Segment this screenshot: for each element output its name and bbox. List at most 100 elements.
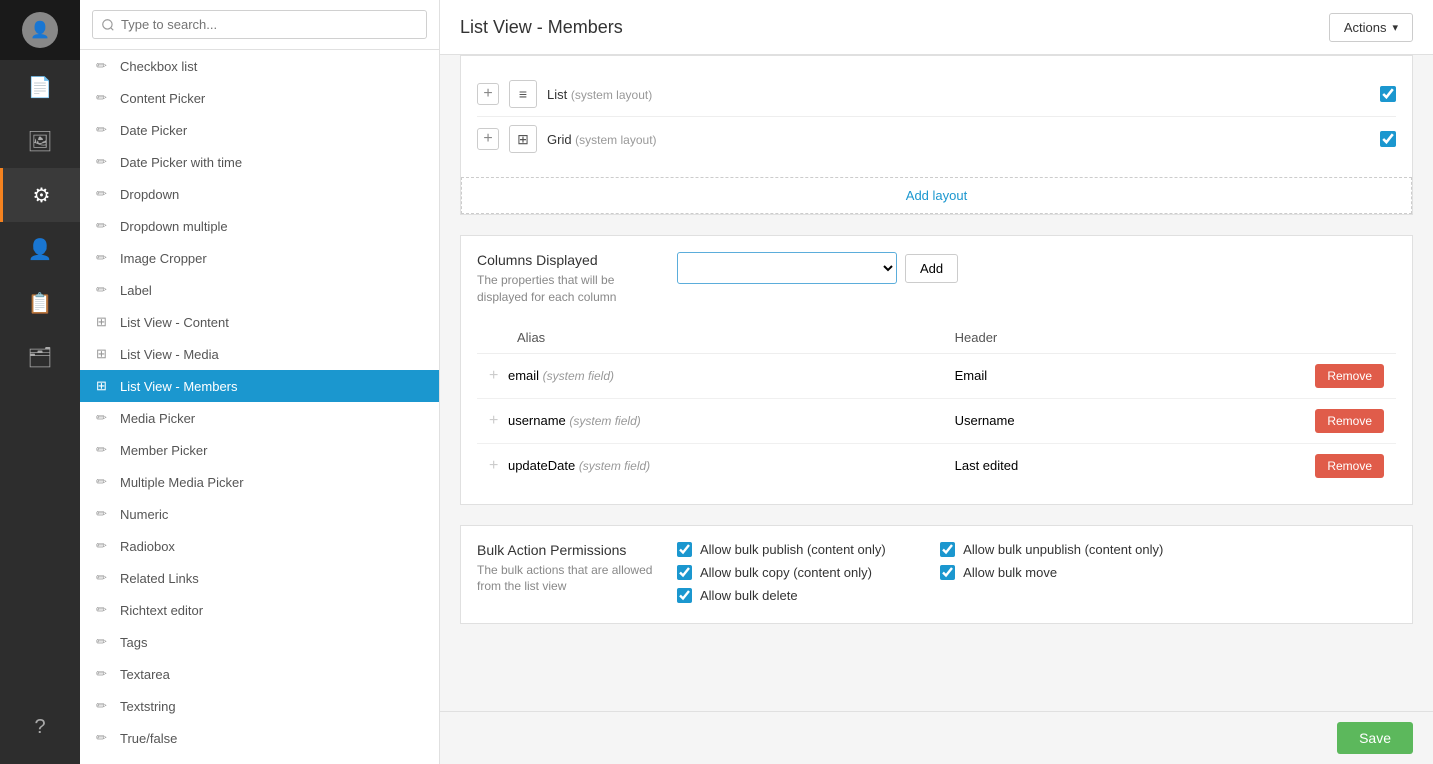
grid-icon: ⊞ <box>96 378 112 394</box>
add-list-layout-btn[interactable]: + <box>477 83 499 105</box>
bulk-inner: Bulk Action Permissions The bulk actions… <box>461 526 1412 623</box>
sidebar-item-label: List View - Content <box>120 315 229 330</box>
bulk-option-publish[interactable]: Allow bulk publish (content only) <box>677 542 900 557</box>
sidebar-item-list-view-media[interactable]: ⊞ List View - Media <box>80 338 439 370</box>
remove-cell-updatedate: Remove <box>1163 443 1396 488</box>
layout-name-grid: Grid (system layout) <box>547 132 1370 147</box>
list-layout-checkbox[interactable] <box>1380 86 1396 102</box>
system-layout-label: (system layout) <box>575 133 656 147</box>
pen-icon: ✏ <box>96 154 112 170</box>
add-grid-layout-btn[interactable]: + <box>477 128 499 150</box>
pen-icon: ✏ <box>96 186 112 202</box>
search-input[interactable] <box>92 10 427 39</box>
avatar: 👤 <box>22 12 58 48</box>
add-column-button[interactable]: Add <box>905 254 958 283</box>
sidebar-item-textstring[interactable]: ✏ Textstring <box>80 690 439 722</box>
sidebar-item-list-view-content[interactable]: ⊞ List View - Content <box>80 306 439 338</box>
nav-icon-members[interactable]: 👤 <box>0 222 80 276</box>
sidebar-item-label: Checkbox list <box>120 59 197 74</box>
sidebar-item-label: Date Picker with time <box>120 155 242 170</box>
alias-header: Alias <box>477 322 943 354</box>
bulk-publish-checkbox[interactable] <box>677 542 692 557</box>
table-header: Alias Header <box>477 322 1396 354</box>
columns-description: The properties that will be displayed fo… <box>477 272 657 306</box>
drag-handle-icon[interactable]: + <box>489 457 498 474</box>
save-button[interactable]: Save <box>1337 722 1413 754</box>
sidebar-item-date-picker-time[interactable]: ✏ Date Picker with time <box>80 146 439 178</box>
nav-icon-help[interactable]: ? <box>0 700 80 754</box>
pen-icon: ✏ <box>96 58 112 74</box>
bulk-label: Bulk Action Permissions <box>477 542 657 558</box>
bulk-copy-label: Allow bulk copy (content only) <box>700 565 872 580</box>
sidebar-item-richtext-editor[interactable]: ✏ Richtext editor <box>80 594 439 626</box>
sidebar-item-list-view-members[interactable]: ⊞ List View - Members <box>80 370 439 402</box>
sidebar-item-date-picker[interactable]: ✏ Date Picker <box>80 114 439 146</box>
bulk-move-checkbox[interactable] <box>940 565 955 580</box>
sidebar-item-radiobox[interactable]: ✏ Radiobox <box>80 530 439 562</box>
alias-name: username <box>508 413 569 428</box>
alias-name: updateDate <box>508 458 579 473</box>
sidebar-item-numeric[interactable]: ✏ Numeric <box>80 498 439 530</box>
bulk-publish-label: Allow bulk publish (content only) <box>700 542 886 557</box>
bulk-option-copy[interactable]: Allow bulk copy (content only) <box>677 565 900 580</box>
bulk-delete-checkbox[interactable] <box>677 588 692 603</box>
sidebar-item-media-picker[interactable]: ✏ Media Picker <box>80 402 439 434</box>
table-row: + username (system field) Username Remov… <box>477 398 1396 443</box>
columns-select[interactable] <box>677 252 897 284</box>
sidebar-item-checkbox-list[interactable]: ✏ Checkbox list <box>80 50 439 82</box>
bulk-delete-label: Allow bulk delete <box>700 588 798 603</box>
nav-icon-list[interactable]: 🗂 <box>0 330 80 384</box>
bulk-description: The bulk actions that are allowed from t… <box>477 562 657 596</box>
sidebar-item-label[interactable]: ✏ Label <box>80 274 439 306</box>
sidebar-item-label: Textarea <box>120 667 170 682</box>
table-row: + updateDate (system field) Last edited … <box>477 443 1396 488</box>
pen-icon: ✏ <box>96 666 112 682</box>
pen-icon: ✏ <box>96 442 112 458</box>
bulk-option-unpublish[interactable]: Allow bulk unpublish (content only) <box>940 542 1163 557</box>
remove-email-button[interactable]: Remove <box>1315 364 1384 388</box>
bulk-layout: Bulk Action Permissions The bulk actions… <box>477 542 1396 603</box>
sidebar-item-label: Member Picker <box>120 443 207 458</box>
sidebar-item-dropdown-multiple[interactable]: ✏ Dropdown multiple <box>80 210 439 242</box>
sidebar-item-content-picker[interactable]: ✏ Content Picker <box>80 82 439 114</box>
main-panel: List View - Members Actions + ≡ List (sy… <box>440 0 1433 764</box>
sidebar-item-label: Tags <box>120 635 147 650</box>
sidebar-item-label: Label <box>120 283 152 298</box>
grid-layout-checkbox[interactable] <box>1380 131 1396 147</box>
nav-icon-settings[interactable]: ⚙ <box>0 168 80 222</box>
bulk-unpublish-checkbox[interactable] <box>940 542 955 557</box>
sidebar-item-multiple-media-picker[interactable]: ✏ Multiple Media Picker <box>80 466 439 498</box>
bulk-move-label: Allow bulk move <box>963 565 1057 580</box>
sidebar-item-label: Textstring <box>120 699 176 714</box>
nav-icon-content[interactable]: 📄 <box>0 60 80 114</box>
remove-username-button[interactable]: Remove <box>1315 409 1384 433</box>
sidebar-item-label: Content Picker <box>120 91 205 106</box>
system-field-label: (system field) <box>543 369 614 383</box>
sidebar-item-member-picker[interactable]: ✏ Member Picker <box>80 434 439 466</box>
nav-icon-contacts[interactable]: 📋 <box>0 276 80 330</box>
add-layout-button[interactable]: Add layout <box>461 177 1412 214</box>
sidebar-item-dropdown[interactable]: ✏ Dropdown <box>80 178 439 210</box>
drag-handle-icon[interactable]: + <box>489 412 498 429</box>
sidebar-item-true-false[interactable]: ✏ True/false <box>80 722 439 754</box>
sidebar-item-textarea[interactable]: ✏ Textarea <box>80 658 439 690</box>
pen-icon: ✏ <box>96 698 112 714</box>
nav-icon-media[interactable]: 🖼 <box>0 114 80 168</box>
drag-handle-icon[interactable]: + <box>489 367 498 384</box>
save-bar: Save <box>440 711 1433 764</box>
actions-button[interactable]: Actions <box>1329 13 1413 42</box>
sidebar-item-tags[interactable]: ✏ Tags <box>80 626 439 658</box>
bulk-option-delete[interactable]: Allow bulk delete <box>677 588 900 603</box>
grid-layout-icon: ⊞ <box>509 125 537 153</box>
sidebar-item-related-links[interactable]: ✏ Related Links <box>80 562 439 594</box>
bulk-copy-checkbox[interactable] <box>677 565 692 580</box>
remove-updatedate-button[interactable]: Remove <box>1315 454 1384 478</box>
sidebar-search-area <box>80 0 439 50</box>
grid-icon: ⊞ <box>96 346 112 362</box>
sidebar-item-label: Date Picker <box>120 123 187 138</box>
bulk-option-move[interactable]: Allow bulk move <box>940 565 1163 580</box>
alias-name: email <box>508 368 543 383</box>
sidebar-item-label: Dropdown multiple <box>120 219 228 234</box>
sidebar-item-image-cropper[interactable]: ✏ Image Cropper <box>80 242 439 274</box>
avatar-container[interactable]: 👤 <box>0 0 80 60</box>
